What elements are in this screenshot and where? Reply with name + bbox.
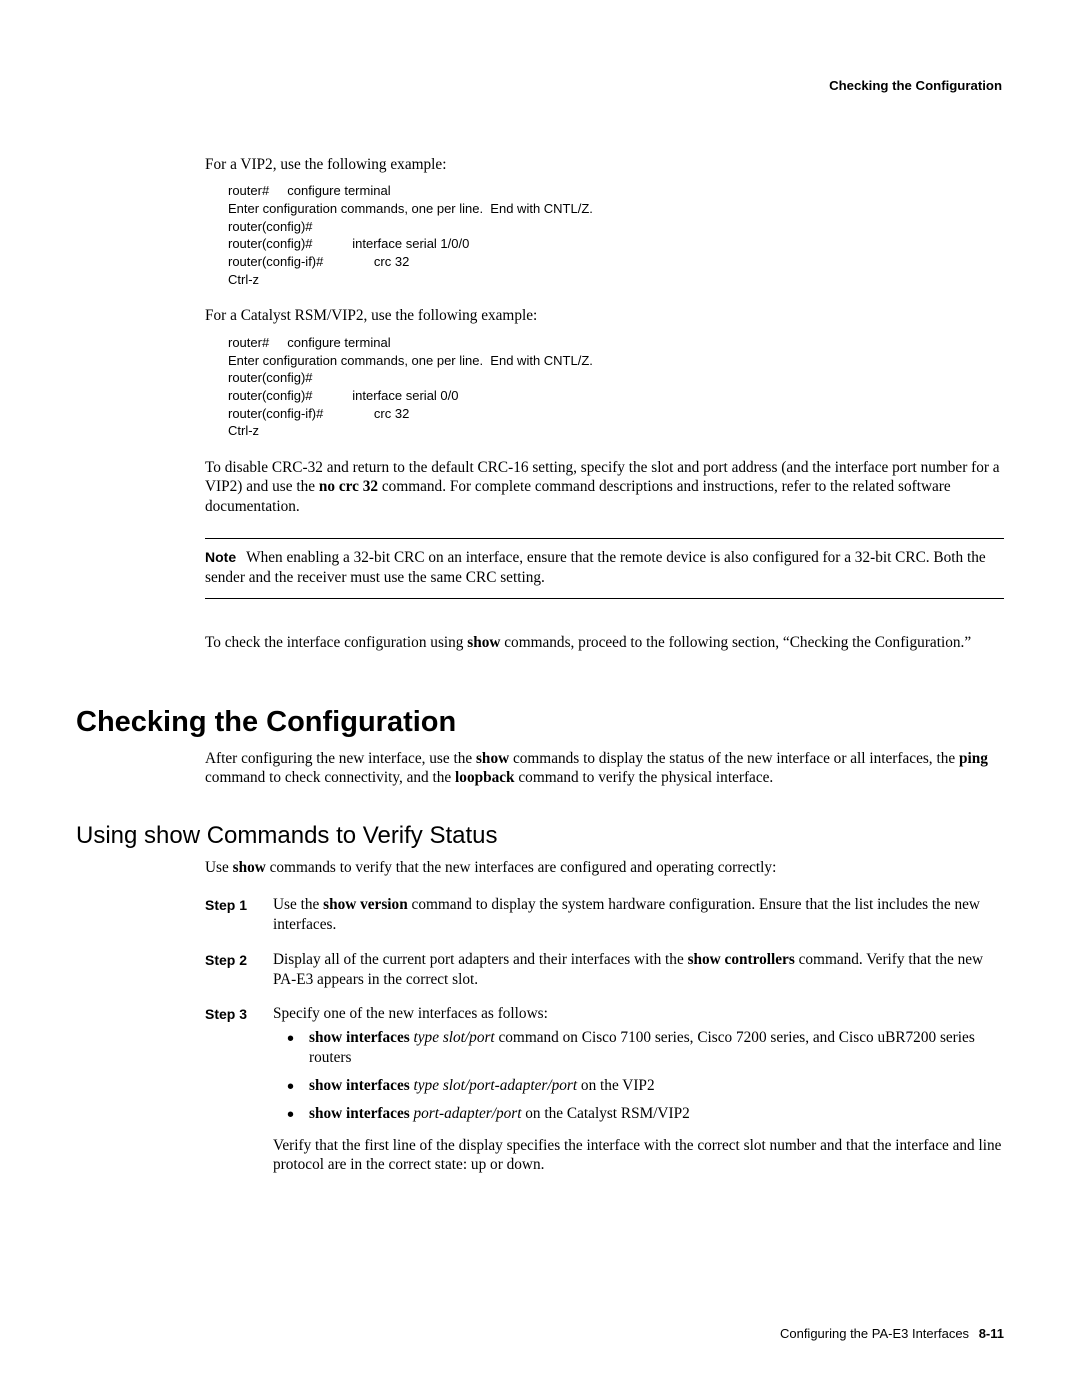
note-label: Note xyxy=(205,549,236,565)
note-block: NoteWhen enabling a 32-bit CRC on an int… xyxy=(205,538,1004,598)
subsection-heading: Using show Commands to Verify Status xyxy=(76,822,1004,850)
vip2-code-block: router# configure terminal Enter configu… xyxy=(228,182,1004,288)
sub-lead-1: Use xyxy=(205,859,233,876)
sub-lead-2: commands to verify that the new interfac… xyxy=(266,859,777,876)
step-label: Step 2 xyxy=(205,950,273,990)
bullet-italic: type slot/port-adapter/port xyxy=(410,1077,577,1094)
bullet-bold: show interfaces xyxy=(309,1029,410,1046)
after-3: command to check connectivity, and the xyxy=(205,769,455,786)
body-column: For a VIP2, use the following example: r… xyxy=(205,155,1004,652)
check-para: To check the interface configuration usi… xyxy=(205,633,1004,652)
bullet-italic: port-adapter/port xyxy=(410,1105,522,1122)
after-b1: show xyxy=(476,750,509,767)
step-body: Use the show version command to display … xyxy=(273,895,1004,935)
step-row: Step 2 Display all of the current port a… xyxy=(205,950,1004,990)
section-body: After configuring the new interface, use… xyxy=(205,749,1004,788)
check-text-2: commands, proceed to the following secti… xyxy=(500,634,971,651)
subsection-body: Use show commands to verify that the new… xyxy=(205,858,1004,1183)
step-body: Display all of the current port adapters… xyxy=(273,950,1004,990)
after-b2: ping xyxy=(959,750,988,767)
step-pre: Display all of the current port adapters… xyxy=(273,951,688,968)
verify-para: Verify that the first line of the displa… xyxy=(273,1136,1004,1175)
running-header: Checking the Configuration xyxy=(76,78,1004,93)
bullet-rest: on the VIP2 xyxy=(577,1077,654,1094)
bullet-item: show interfaces port-adapter/port on the… xyxy=(287,1104,1004,1124)
step-pre: Use the xyxy=(273,896,323,913)
after-4: command to verify the physical interface… xyxy=(515,769,774,786)
bullet-item: show interfaces type slot/port-adapter/p… xyxy=(287,1076,1004,1096)
bullet-list: show interfaces type slot/port command o… xyxy=(287,1028,1004,1124)
show-cmd: show xyxy=(467,634,500,651)
disable-para: To disable CRC-32 and return to the defa… xyxy=(205,458,1004,516)
step-label: Step 3 xyxy=(205,1004,273,1183)
step-bold: show version xyxy=(323,896,408,913)
bullet-item: show interfaces type slot/port command o… xyxy=(287,1028,1004,1068)
catalyst-lead: For a Catalyst RSM/VIP2, use the followi… xyxy=(205,306,1004,325)
section-heading: Checking the Configuration xyxy=(76,706,1004,739)
page: Checking the Configuration For a VIP2, u… xyxy=(0,0,1080,1397)
sub-lead: Use show commands to verify that the new… xyxy=(205,858,1004,877)
after-para: After configuring the new interface, use… xyxy=(205,749,1004,788)
footer-chapter: Configuring the PA-E3 Interfaces xyxy=(780,1326,969,1341)
sub-lead-b: show xyxy=(233,859,266,876)
step-row: Step 3 Specify one of the new interfaces… xyxy=(205,1004,1004,1183)
note-text: When enabling a 32-bit CRC on an interfa… xyxy=(205,549,986,586)
step-bold: show controllers xyxy=(688,951,795,968)
no-crc-cmd: no crc 32 xyxy=(319,478,378,495)
after-2: commands to display the status of the ne… xyxy=(509,750,959,767)
bullet-italic: type slot/port xyxy=(410,1029,495,1046)
vip2-lead: For a VIP2, use the following example: xyxy=(205,155,1004,174)
bullet-bold: show interfaces xyxy=(309,1105,410,1122)
after-b3: loopback xyxy=(455,769,515,786)
bullet-bold: show interfaces xyxy=(309,1077,410,1094)
bullet-rest: on the Catalyst RSM/VIP2 xyxy=(521,1105,689,1122)
step-label: Step 1 xyxy=(205,895,273,935)
footer: Configuring the PA-E3 Interfaces 8-11 xyxy=(780,1326,1004,1341)
step-row: Step 1 Use the show version command to d… xyxy=(205,895,1004,935)
step-body: Specify one of the new interfaces as fol… xyxy=(273,1004,1004,1183)
after-1: After configuring the new interface, use… xyxy=(205,750,476,767)
check-text-1: To check the interface configuration usi… xyxy=(205,634,467,651)
catalyst-code-block: router# configure terminal Enter configu… xyxy=(228,334,1004,440)
step-pre: Specify one of the new interfaces as fol… xyxy=(273,1005,548,1022)
footer-page: 8-11 xyxy=(979,1326,1004,1341)
